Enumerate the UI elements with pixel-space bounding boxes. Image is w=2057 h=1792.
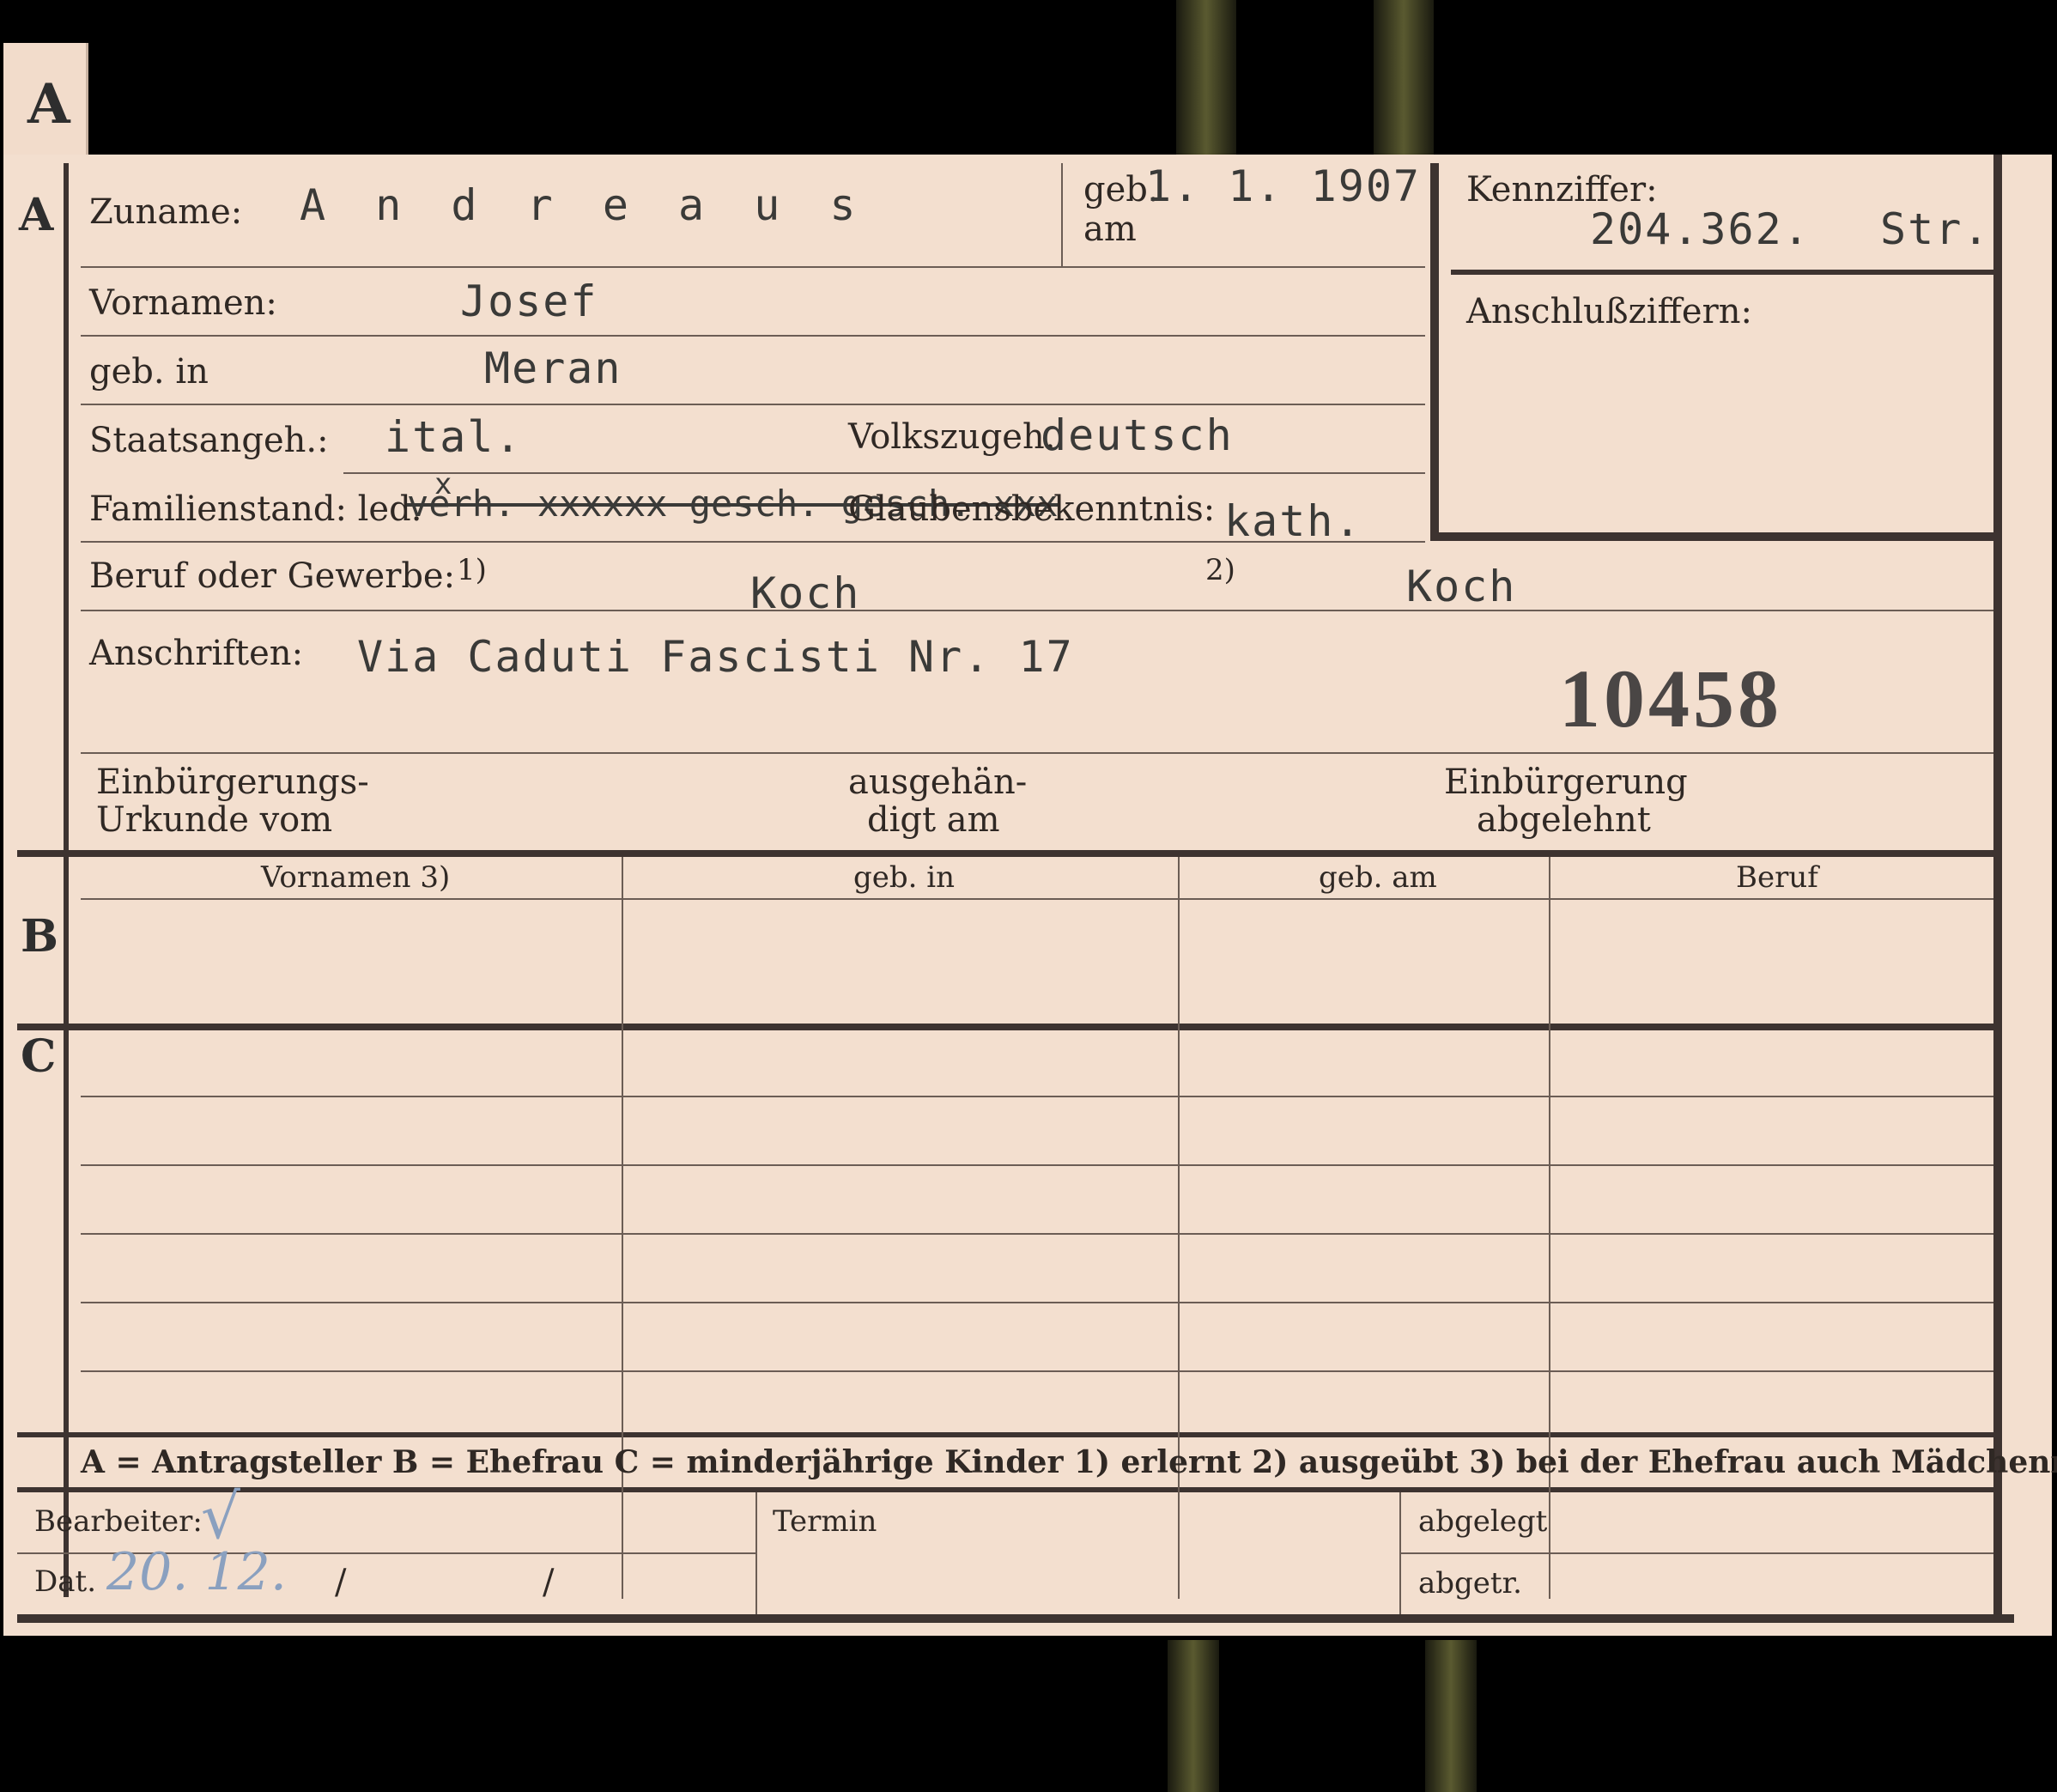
col-divider-2: [1178, 857, 1180, 1599]
born-date-value: 1. 1. 1907: [1145, 161, 1422, 211]
footnote-1-marker: 1): [457, 553, 487, 587]
handed-line1: ausgehän-: [848, 762, 1028, 802]
section-a-letter: A: [19, 189, 54, 241]
col-header-first-names: Vornamen 3): [261, 860, 451, 895]
idbox-bottom-border: [1430, 532, 2002, 541]
date-label: Dat.: [34, 1564, 97, 1599]
legend-bottom-border: [17, 1487, 2000, 1492]
filed-label: abgelegt: [1418, 1504, 1548, 1539]
ethnicity-value: deutsch: [1041, 410, 1234, 460]
header-divider: [1061, 163, 1063, 266]
marital-label: Familienstand: led.: [89, 489, 422, 529]
col-header-profession: Beruf: [1736, 860, 1818, 895]
separated-label: abgetr.: [1418, 1566, 1522, 1601]
film-strip-top-right: [1374, 0, 1434, 155]
first-names-label: Vornamen:: [89, 283, 277, 323]
col-divider-3: [1549, 857, 1550, 1599]
col-header-birthdate: geb. am: [1319, 860, 1437, 895]
id-number: 204.362.: [1590, 204, 1811, 254]
frame-bottom: [17, 1614, 2014, 1623]
index-tab-letter: A: [27, 72, 70, 137]
profession-label: Beruf oder Gewerbe:: [89, 556, 456, 596]
profession-learned-value: Koch: [750, 568, 861, 618]
profession-practiced-value: Koch: [1406, 562, 1517, 611]
date-value: 20. 12.: [106, 1542, 287, 1602]
legend-text: A = Antragsteller B = Ehefrau C = minder…: [81, 1444, 2057, 1480]
row-line-2: [81, 335, 1425, 337]
naturalization-cert-line2: Urkunde vom: [96, 800, 333, 840]
marital-mark: x: [434, 467, 454, 501]
link-numbers-label: Anschlußziffern:: [1466, 292, 1752, 331]
row-line-4: [343, 472, 1425, 474]
religion-value: kath.: [1224, 496, 1362, 546]
idbox-left-border: [1430, 163, 1439, 541]
frame-left-a: [64, 163, 69, 850]
section-c-top-border: [17, 1024, 2000, 1030]
film-strip-bottom-right: [1425, 1640, 1477, 1792]
registration-card: A B C Zuname: A n d r e a u s geb. am 1.…: [3, 155, 2057, 1636]
stamp-number: 10458: [1559, 653, 1782, 744]
section-b-top-border: [17, 850, 2000, 857]
birthplace-label: geb. in: [89, 352, 209, 392]
child-row-line-3: [81, 1233, 1993, 1235]
rejected-line1: Einbürgerung: [1444, 762, 1688, 802]
surname-label: Zuname:: [89, 192, 243, 232]
birthplace-value: Meran: [484, 343, 622, 393]
date-slash-2: /: [543, 1563, 555, 1602]
col-header-birthplace: geb. in: [853, 860, 956, 895]
child-row-line-4: [81, 1302, 1993, 1303]
row-line-1: [81, 266, 1425, 268]
child-row-line-5: [81, 1370, 1993, 1372]
child-row-line-1: [81, 1096, 1993, 1097]
date-slash-1: /: [335, 1563, 347, 1602]
col-divider-1: [622, 857, 623, 1599]
film-strip-bottom-left: [1168, 1640, 1219, 1792]
row-line-7: [81, 752, 1993, 754]
first-names-value: Josef: [460, 276, 598, 326]
footer-line-right: [1399, 1552, 1993, 1554]
frame-right: [1993, 155, 2002, 1614]
footnote-2-marker: 2): [1205, 553, 1235, 587]
clerk-label: Bearbeiter:: [34, 1504, 203, 1539]
address-label: Anschriften:: [89, 634, 304, 673]
term-label: Termin: [773, 1504, 877, 1539]
section-c-letter: C: [21, 1030, 57, 1083]
handed-line2: digt am: [867, 800, 1000, 840]
index-tab: A: [3, 43, 88, 163]
film-strip-top-left: [1176, 0, 1236, 155]
table-header-line: [81, 898, 1993, 900]
citizenship-label: Staatsangeh.:: [89, 421, 329, 460]
id-suffix: Str.: [1880, 204, 1991, 254]
idbox-divider: [1451, 270, 1993, 275]
address-value: Via Caduti Fascisti Nr. 17: [357, 632, 1074, 682]
naturalization-cert-line1: Einbürgerungs-: [96, 762, 369, 802]
child-row-line-2: [81, 1164, 1993, 1166]
ethnicity-label: Volkszugeh.: [848, 417, 1056, 457]
footer-divider-1: [755, 1492, 757, 1614]
row-line-6: [81, 610, 1993, 611]
section-b-letter: B: [21, 910, 58, 963]
religion-label: Glaubensbekenntnis:: [848, 489, 1216, 529]
row-line-3: [81, 404, 1425, 405]
frame-left-bc: [64, 850, 69, 1597]
citizenship-value: ital.: [385, 412, 523, 462]
surname-value: A n d r e a u s: [300, 180, 868, 230]
born-label-2: am: [1083, 210, 1137, 249]
rejected-line2: abgelehnt: [1477, 800, 1651, 840]
legend-top-border: [17, 1432, 2000, 1437]
